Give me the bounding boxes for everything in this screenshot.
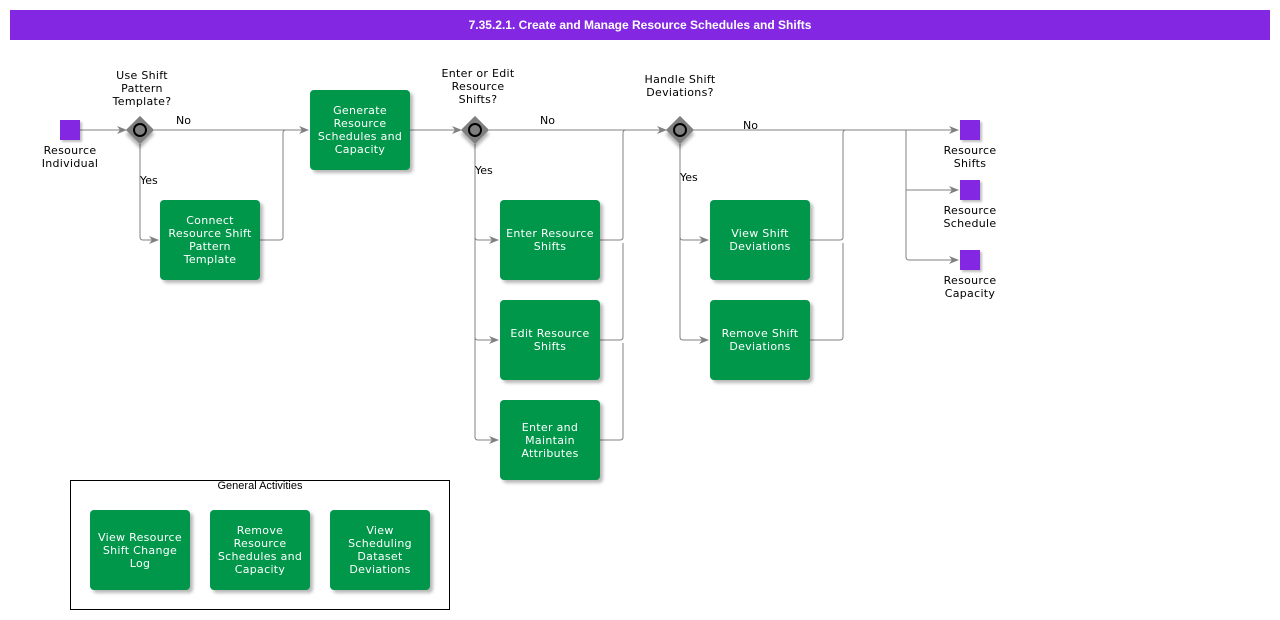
gateway-3-no-label: No	[743, 119, 758, 132]
task-enter-resource-shifts[interactable]: Enter Resource Shifts	[500, 200, 600, 280]
gateway-2-yes-label: Yes	[475, 164, 493, 177]
output-label: Resource Capacity	[943, 274, 997, 300]
flow-gw1-yes	[139, 144, 159, 244]
task-view-shift-change-log[interactable]: View Resource Shift Change Log	[90, 510, 190, 590]
gateway-1-label: Use Shift Pattern Template?	[112, 69, 172, 108]
output-label: Resource Schedule	[943, 204, 997, 230]
gateway-1-no-label: No	[176, 114, 191, 127]
gateway-3-label: Handle Shift Deviations?	[644, 73, 716, 99]
gateway-1-yes-label: Yes	[140, 174, 158, 187]
task-remove-shift-deviations[interactable]: Remove Shift Deviations	[710, 300, 810, 380]
gateway-3[interactable]	[665, 115, 695, 145]
gateway-3-yes-label: Yes	[680, 171, 698, 184]
task-view-shift-deviations[interactable]: View Shift Deviations	[710, 200, 810, 280]
flow-edit-merge	[600, 243, 624, 341]
gateway-circle-icon	[673, 123, 687, 137]
gateway-circle-icon	[133, 123, 147, 137]
gateway-circle-icon	[468, 123, 482, 137]
task-connect-shift-pattern-template[interactable]: Connect Resource Shift Pattern Template	[160, 200, 260, 280]
gateway-2-no-label: No	[540, 114, 555, 127]
output-label: Resource Shifts	[943, 144, 997, 170]
task-remove-schedules-capacity[interactable]: Remove Resource Schedules and Capacity	[210, 510, 310, 590]
task-generate-schedules-capacity[interactable]: Generate Resource Schedules and Capacity	[310, 90, 410, 170]
flow-gw2-yes	[474, 144, 499, 444]
flow-gw3-to-view	[679, 236, 709, 244]
gateway-2-label: Enter or Edit Resource Shifts?	[441, 67, 515, 106]
task-view-scheduling-dataset-deviations[interactable]: View Scheduling Dataset Deviations	[330, 510, 430, 590]
output-resource-schedule[interactable]	[960, 180, 980, 200]
flow-connect-to-generate	[260, 129, 287, 241]
flow-gw2-to-enter	[474, 236, 499, 244]
flow-remove-merge	[810, 243, 844, 341]
general-activities-title: General Activities	[217, 480, 303, 492]
output-resource-shifts[interactable]	[960, 120, 980, 140]
flow-tasks-merge	[600, 129, 627, 241]
output-resource-capacity[interactable]	[960, 250, 980, 270]
flow-gw2-to-edit	[474, 336, 499, 344]
input-resource-individual[interactable]	[60, 120, 80, 140]
task-edit-resource-shifts[interactable]: Edit Resource Shifts	[500, 300, 600, 380]
task-enter-maintain-attributes[interactable]: Enter and Maintain Attributes	[500, 400, 600, 480]
flow-view-merge	[810, 129, 847, 241]
gateway-1[interactable]	[125, 115, 155, 145]
gateway-2[interactable]	[460, 115, 490, 145]
flow-attr-merge	[600, 343, 624, 441]
input-label: Resource Individual	[41, 144, 99, 170]
